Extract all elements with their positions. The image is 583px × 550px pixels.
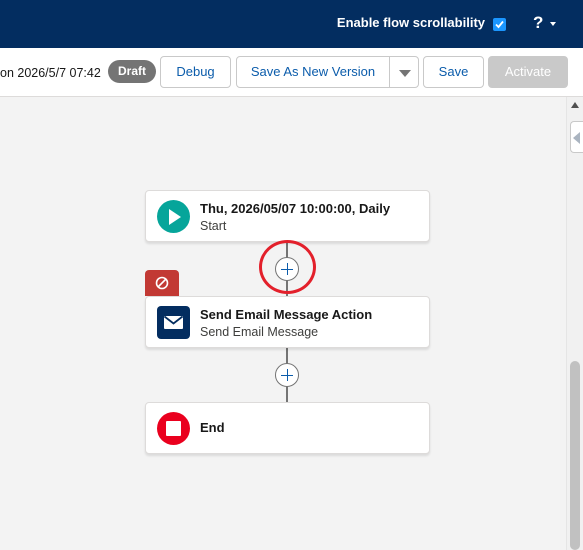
- builder-toolbar: on 2026/5/7 07:42 Draft Debug Save As Ne…: [0, 48, 583, 97]
- chevron-down-icon: [399, 70, 411, 77]
- end-node[interactable]: End: [145, 402, 430, 454]
- chevron-left-icon: [573, 132, 580, 144]
- end-node-title: End: [200, 420, 225, 435]
- help-button[interactable]: ?: [533, 13, 543, 33]
- send-email-action-node[interactable]: Send Email Message Action Send Email Mes…: [145, 296, 430, 348]
- activate-button[interactable]: Activate: [488, 56, 568, 88]
- stop-icon: [157, 412, 190, 445]
- action-node-title: Send Email Message Action: [200, 307, 373, 322]
- email-icon: [157, 306, 190, 339]
- save-button[interactable]: Save: [423, 56, 484, 88]
- scrollability-checkbox[interactable]: [493, 18, 506, 31]
- fault-path-badge[interactable]: [145, 270, 179, 296]
- highlight-ring: [259, 240, 316, 294]
- save-options-dropdown-button[interactable]: [389, 56, 419, 88]
- builder-header: Enable flow scrollability ?: [0, 0, 583, 48]
- prohibit-icon: [155, 276, 169, 290]
- save-as-new-version-button[interactable]: Save As New Version: [236, 56, 390, 88]
- check-icon: [495, 20, 504, 29]
- play-icon: [157, 200, 190, 233]
- status-badge: Draft: [108, 60, 156, 83]
- action-node-subtitle: Send Email Message: [200, 325, 319, 339]
- start-node-subtitle: Start: [200, 219, 227, 233]
- panel-toggle-button[interactable]: [570, 121, 583, 153]
- debug-button[interactable]: Debug: [160, 56, 231, 88]
- scroll-thumb[interactable]: [570, 361, 580, 550]
- add-element-button[interactable]: [275, 363, 299, 387]
- last-saved-text: on 2026/5/7 07:42: [0, 66, 101, 80]
- chevron-down-icon[interactable]: [550, 22, 556, 26]
- start-node-title: Thu, 2026/05/07 10:00:00, Daily: [200, 201, 391, 216]
- start-node[interactable]: Thu, 2026/05/07 10:00:00, Daily Start: [145, 190, 430, 242]
- scrollability-label: Enable flow scrollability: [336, 15, 485, 30]
- canvas-scrollbar[interactable]: [566, 97, 583, 550]
- scroll-up-icon[interactable]: [571, 102, 579, 108]
